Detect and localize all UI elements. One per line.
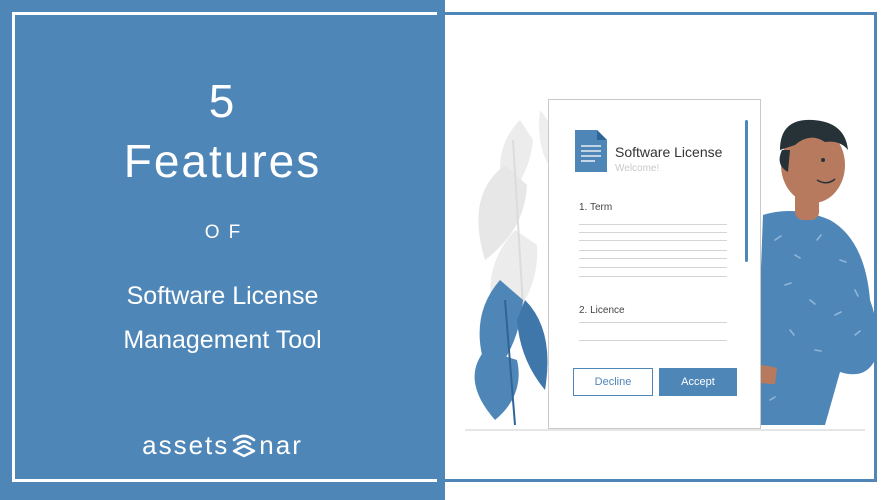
title-word: Features bbox=[123, 135, 322, 187]
assetsonar-logo: assets nar bbox=[0, 430, 445, 461]
accept-button[interactable]: Accept bbox=[659, 368, 737, 396]
text-line bbox=[579, 267, 727, 268]
text-line bbox=[579, 322, 727, 323]
subtitle-line-1: Software License bbox=[126, 282, 319, 310]
text-line bbox=[579, 276, 727, 277]
logo-text-right: nar bbox=[259, 430, 303, 460]
section-licence: 2. Licence bbox=[579, 305, 625, 316]
left-panel: 5 Features OF Software License Managemen… bbox=[0, 0, 445, 500]
blue-plant-icon bbox=[474, 280, 548, 426]
license-card: Software License Welcome! 1. Term 2. Lic… bbox=[548, 99, 761, 429]
subtitle-line-2: Management Tool bbox=[123, 326, 322, 354]
section-term: 1. Term bbox=[579, 202, 613, 213]
text-line bbox=[579, 240, 727, 241]
text-line bbox=[579, 224, 727, 225]
text-line bbox=[579, 258, 727, 259]
license-title: Software License bbox=[615, 144, 723, 160]
sonar-wave-icon bbox=[232, 434, 256, 457]
title-number: 5 bbox=[208, 75, 237, 127]
right-panel: Software License Welcome! 1. Term 2. Lic… bbox=[445, 0, 891, 500]
document-icon bbox=[575, 130, 607, 172]
text-line bbox=[579, 340, 727, 341]
card-scrollbar[interactable] bbox=[745, 120, 748, 262]
logo-text-left: assets bbox=[142, 430, 230, 460]
title-connector: OF bbox=[204, 222, 250, 243]
decline-button[interactable]: Decline bbox=[573, 368, 653, 396]
license-subtitle: Welcome! bbox=[615, 163, 660, 174]
text-line bbox=[579, 232, 727, 233]
text-line bbox=[579, 250, 727, 251]
